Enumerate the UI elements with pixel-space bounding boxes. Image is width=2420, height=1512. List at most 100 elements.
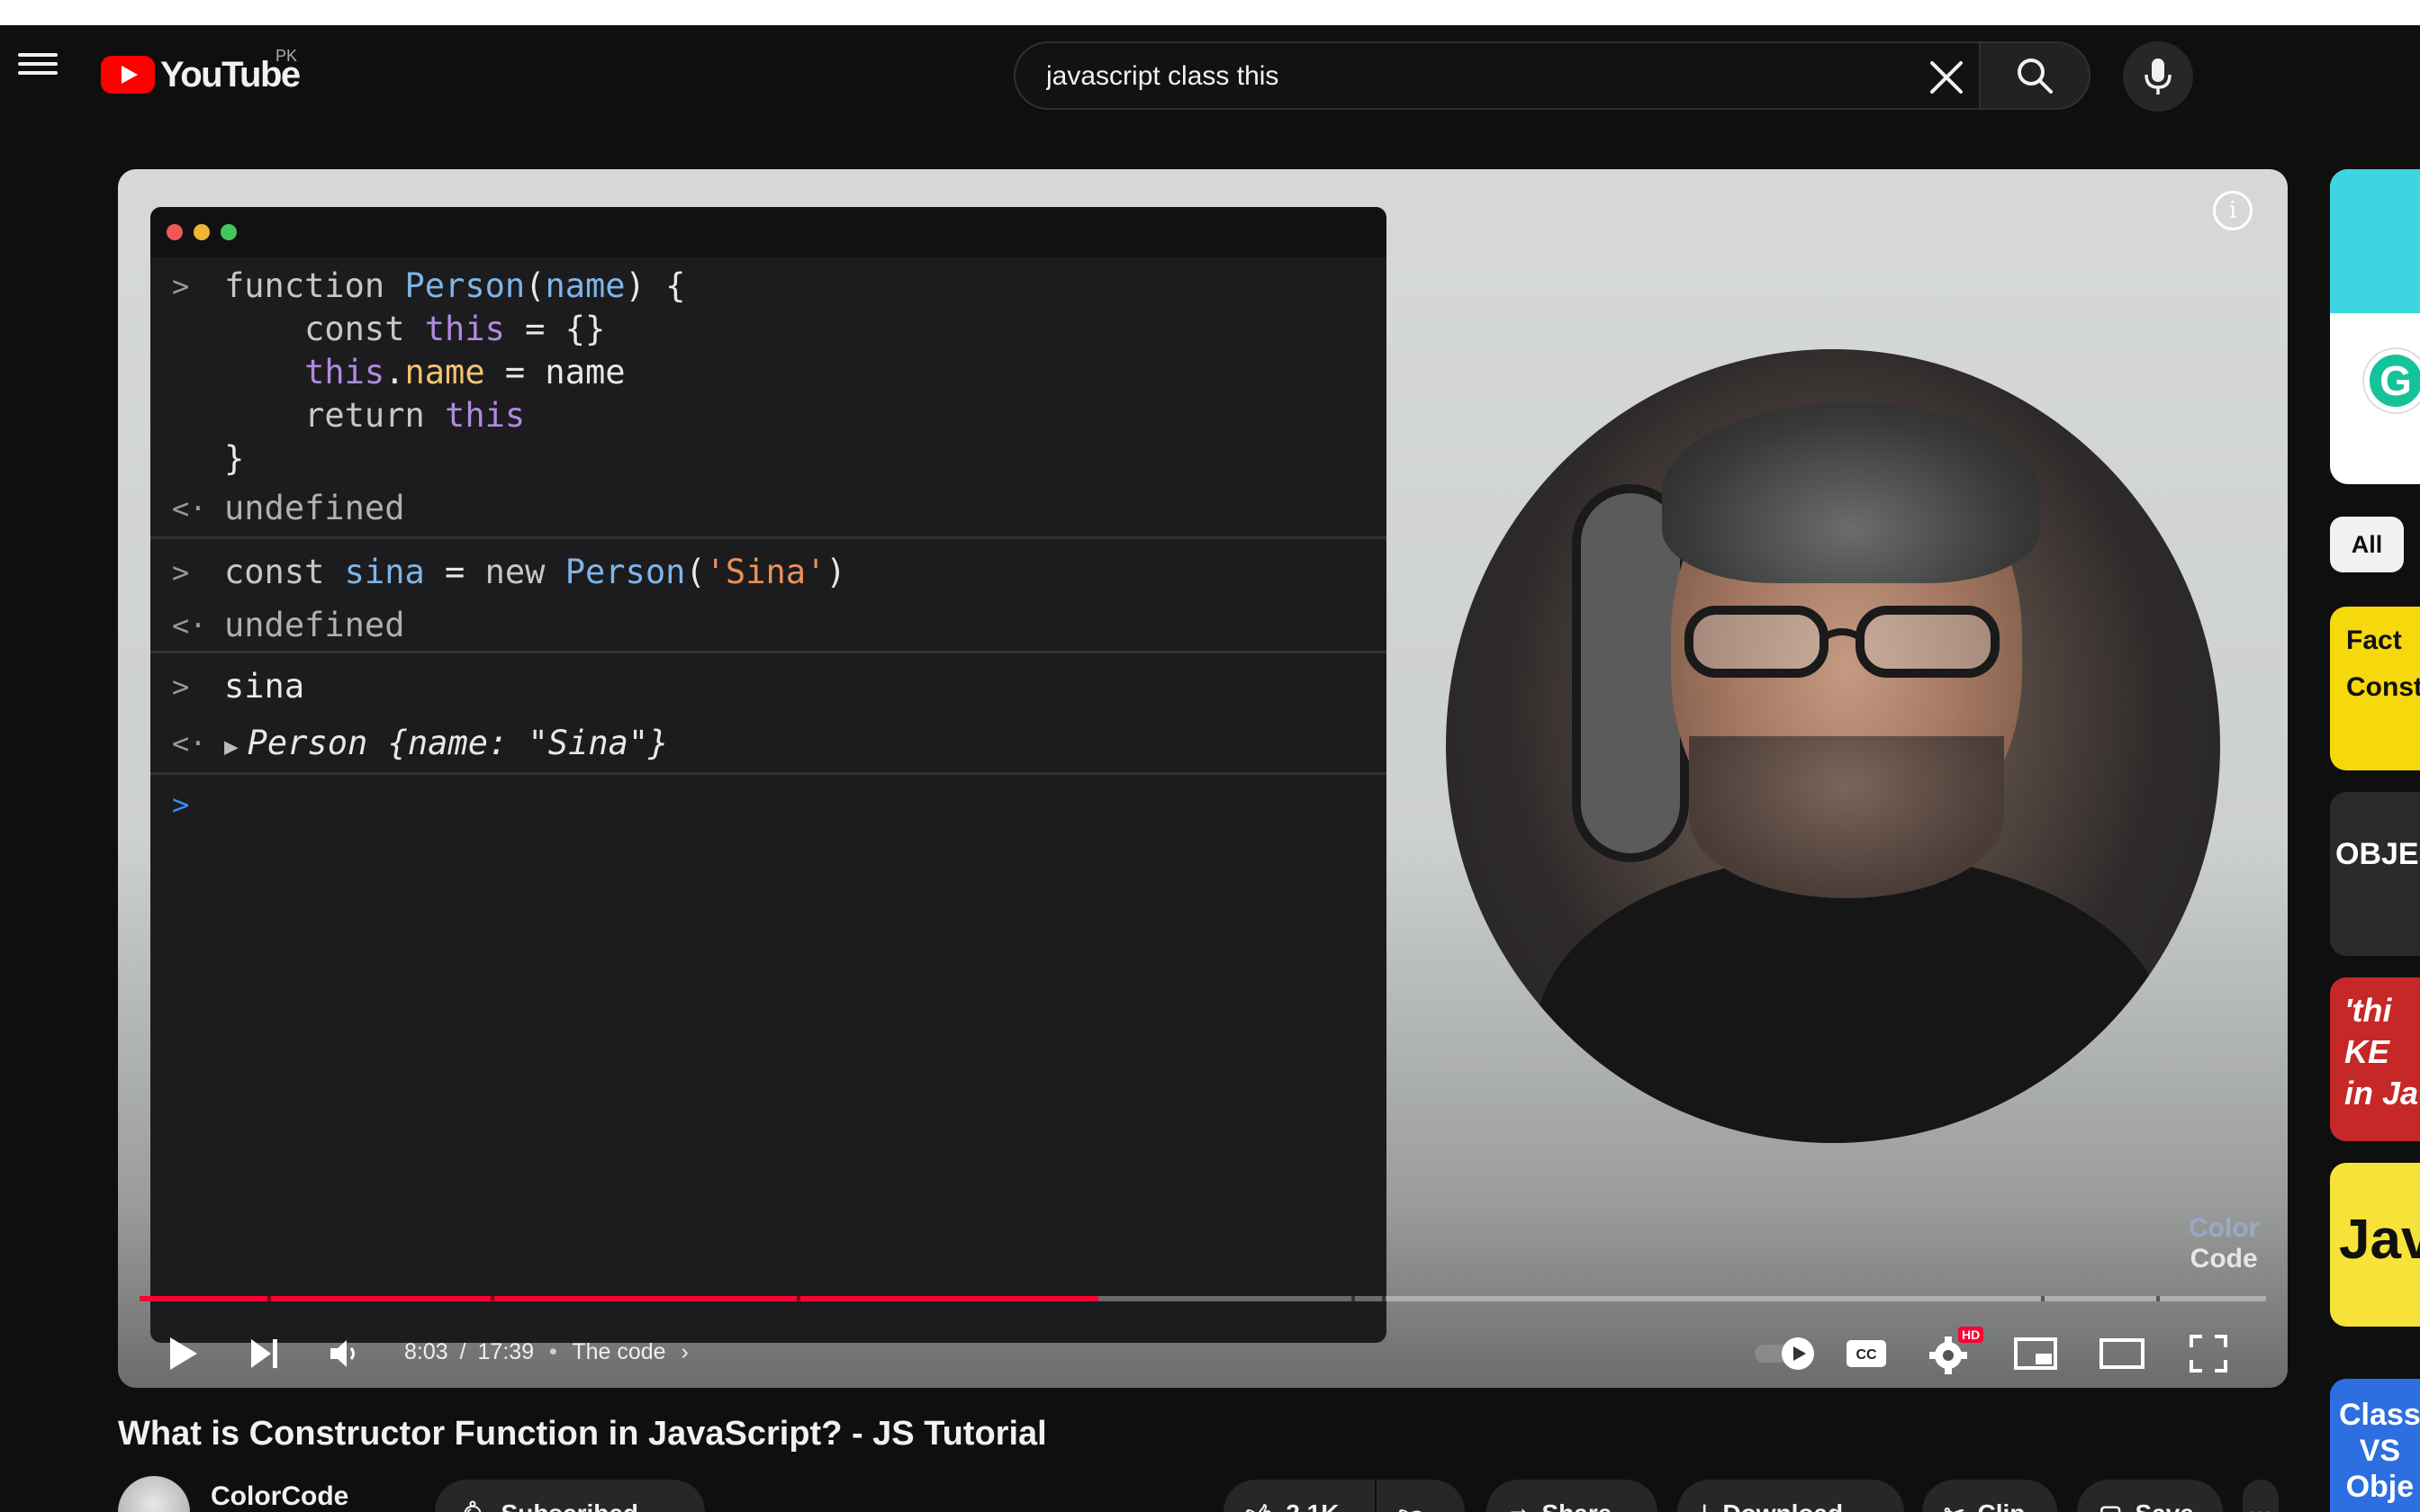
player-controls: 8:03 / 17:39 • The code › CC HD	[118, 1319, 2288, 1388]
dislike-button[interactable]: 👎︎	[1377, 1480, 1465, 1512]
console-input: this.name = name	[304, 353, 626, 392]
console-input: sina	[224, 667, 305, 706]
related-video-thumbnail[interactable]: 'thi KE in Java	[2330, 977, 2420, 1141]
maximize-dot	[221, 224, 237, 240]
youtube-play-icon	[101, 56, 155, 94]
progress-played	[140, 1296, 1099, 1301]
share-icon: ➦	[1508, 1499, 1529, 1512]
video-player[interactable]: > function Person(name) { const this = {}…	[118, 169, 2288, 1388]
console-input: const this = {}	[304, 310, 606, 348]
thumbnail-text: OBJECT	[2335, 837, 2420, 871]
bell-icon: 🔔︎	[456, 1499, 489, 1512]
subscribed-button[interactable]: 🔔︎ Subscribed	[435, 1480, 705, 1512]
miniplayer-button[interactable]	[2009, 1327, 2063, 1381]
channel-name[interactable]: ColorCode	[211, 1481, 348, 1512]
related-video-thumbnail[interactable]: Class VS Obje	[2330, 1379, 2420, 1512]
console-line: <· undefined	[150, 481, 1386, 536]
chip-all[interactable]: All	[2330, 517, 2404, 572]
expand-triangle-icon: ▶	[224, 734, 239, 760]
console-line: return this	[150, 394, 1386, 437]
channel-watermark[interactable]: Color Code	[2189, 1213, 2259, 1274]
save-button[interactable]: ▢ Save	[2077, 1480, 2223, 1512]
console-entry: > const sina = new Person('Sina') <· undef…	[150, 539, 1386, 653]
save-icon: ▢	[2099, 1499, 2122, 1512]
settings-button[interactable]: HD	[1922, 1327, 1984, 1381]
share-button[interactable]: ➦ Share	[1486, 1480, 1657, 1512]
autoplay-toggle[interactable]	[1753, 1327, 1821, 1381]
console-output: undefined	[224, 606, 405, 644]
theater-icon	[2099, 1338, 2145, 1369]
clip-button[interactable]: ✂ Clip	[1922, 1480, 2057, 1512]
glasses	[1684, 606, 2000, 678]
svg-text:CC: CC	[1856, 1347, 1877, 1363]
related-video-thumbnail[interactable]: Jav	[2330, 1163, 2420, 1327]
download-icon: ⤓	[1699, 1499, 1710, 1512]
fullscreen-icon	[2190, 1335, 2227, 1372]
fullscreen-button[interactable]	[2181, 1327, 2235, 1381]
chapter-title[interactable]: The code	[572, 1339, 665, 1364]
current-time: 8:03	[404, 1339, 448, 1364]
thumbnail-text: 'thi KE in Java	[2344, 992, 2420, 1112]
volume-button[interactable]	[318, 1327, 372, 1381]
hamburger-menu-button[interactable]	[18, 49, 58, 79]
console-line: <· undefined	[150, 600, 1386, 651]
console-input: function Person(name) {	[224, 266, 686, 305]
next-button[interactable]	[237, 1327, 291, 1381]
search-input[interactable]	[1046, 54, 1856, 99]
progress-bar[interactable]	[140, 1296, 2266, 1301]
console-input: const sina = new Person('Sina')	[224, 553, 846, 591]
thumbnail-text: Fact Const	[2346, 626, 2420, 702]
console-output: undefined	[224, 489, 405, 527]
related-video-thumbnail[interactable]: Fact Const	[2330, 607, 2420, 770]
microphone-icon	[2145, 58, 2172, 94]
like-button[interactable]: 👍︎ 2.1K	[1224, 1480, 1375, 1512]
console-input: return this	[304, 396, 526, 435]
play-button[interactable]	[156, 1327, 210, 1381]
info-icon[interactable]: i	[2213, 191, 2253, 230]
console-prompt[interactable]: >	[150, 775, 1386, 834]
console-line: > const sina = new Person('Sina')	[150, 544, 1386, 600]
console-output: ▶ Person {name: "Sina"}	[224, 724, 669, 762]
autoplay-icon	[1755, 1337, 1814, 1370]
thumbnail-text: Jav	[2339, 1209, 2420, 1271]
time-display: 8:03 / 17:39 • The code ›	[404, 1339, 689, 1364]
youtube-logo[interactable]: YouTube	[101, 54, 301, 95]
channel-avatar[interactable]	[118, 1476, 190, 1512]
country-code: PK	[275, 47, 298, 65]
miniplayer-icon	[2014, 1337, 2057, 1370]
presenter-video	[1446, 349, 2220, 1143]
more-actions-button[interactable]: ···	[2243, 1480, 2279, 1512]
related-video-thumbnail[interactable]: OBJECT	[2330, 792, 2420, 956]
minimize-dot	[194, 224, 210, 240]
search-button[interactable]	[1979, 41, 2090, 110]
voice-search-button[interactable]	[2123, 41, 2193, 112]
ad-card[interactable]: G	[2330, 169, 2420, 484]
search-icon	[2018, 58, 2053, 94]
console-line: }	[150, 437, 1386, 481]
download-button[interactable]: ⤓ Download	[1677, 1480, 1904, 1512]
owner-row: ColorCode 🔔︎ Subscribed 👍︎ 2.1K 👎︎ ➦ Sha…	[118, 1472, 2279, 1512]
prompt-chevron-icon: >	[172, 788, 190, 822]
console-line: > function Person(name) {	[150, 265, 1386, 308]
console-line: this.name = name	[150, 351, 1386, 394]
total-time: 17:39	[477, 1339, 535, 1364]
clear-search-button[interactable]	[1925, 56, 1968, 99]
closed-captions-icon: CC	[1847, 1340, 1886, 1367]
browser-top-strip	[0, 0, 2420, 25]
next-icon	[251, 1339, 277, 1368]
related-sidebar: G All Fact Const OBJECT 'thi KE in Java …	[2330, 169, 2420, 1512]
thumbs-up-icon: 👍︎	[1245, 1499, 1271, 1512]
thumbs-down-icon: 👎︎	[1398, 1499, 1423, 1512]
video-title: What is Constructor Function in JavaScri…	[118, 1415, 1047, 1453]
chevron-right-icon[interactable]: ›	[682, 1339, 689, 1364]
console-line: <· ▶ Person {name: "Sina"}	[150, 715, 1386, 772]
menu-icon	[18, 53, 58, 57]
theater-mode-button[interactable]	[2095, 1327, 2149, 1381]
console-entry: > sina <· ▶ Person {name: "Sina"}	[150, 653, 1386, 775]
subtitles-button[interactable]: CC	[1839, 1327, 1893, 1381]
grammarly-logo-icon: G	[2364, 349, 2420, 412]
play-icon	[170, 1337, 197, 1370]
more-icon: ···	[2248, 1499, 2273, 1512]
console-title-bar	[150, 207, 1386, 257]
close-dot	[167, 224, 183, 240]
